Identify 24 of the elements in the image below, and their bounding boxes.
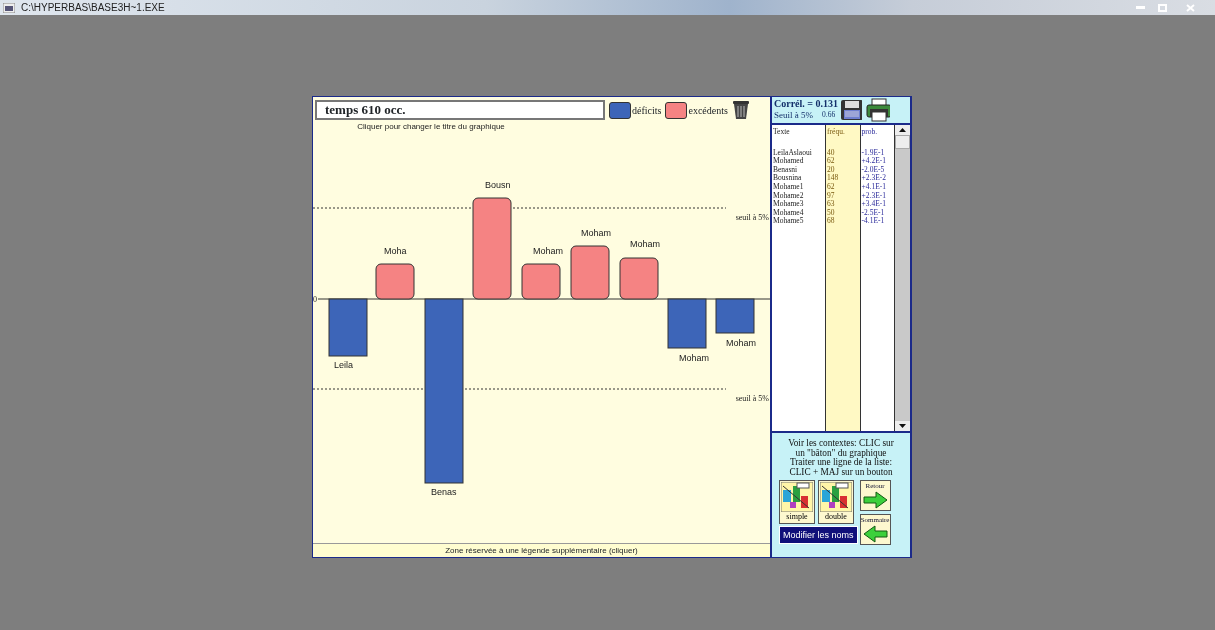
bar-label: Benas <box>431 487 457 497</box>
help-text: Voir les contextes: CLIC sur un "bâton" du graphique Traiter une ligne de la liste: CLIC + MAJ sur un bouton <box>787 437 895 479</box>
legend-label: déficits <box>632 103 662 118</box>
zero-label: 0 <box>313 295 317 304</box>
chart-button[interactable]: simple <box>779 480 815 524</box>
bar-label: Moham <box>679 353 709 363</box>
bar-label: Bousn <box>485 180 511 190</box>
bar-label: Moham <box>630 239 660 249</box>
legend-zone[interactable]: Zone réservée à une légende supplémentaire (cliquer) <box>313 543 770 557</box>
correlation-value: Corrél. = 0.131 <box>774 97 838 109</box>
bar-label: Moham <box>726 338 756 348</box>
bar-label: Moham <box>581 228 611 238</box>
bar-label: Moha <box>384 246 407 256</box>
bar-label: Moham <box>533 246 563 256</box>
chart-button[interactable]: double <box>818 480 854 524</box>
chart-title-field[interactable]: temps 610 occ. <box>315 100 605 120</box>
window-title: C:\HYPERBAS\BASE3H~1.EXE <box>21 1 165 15</box>
threshold-label: seuil à 5% <box>735 213 769 222</box>
bar-label: Leila <box>334 360 353 370</box>
threshold-label: seuil à 5% <box>735 394 769 403</box>
modify-names-button[interactable]: Modifier les noms <box>779 526 858 544</box>
legend-label: excédents <box>688 103 728 118</box>
chart-hint[interactable]: Cliquer pour changer le titre du graphique <box>357 122 505 131</box>
threshold-caption: Seuil à 5% <box>774 108 813 122</box>
